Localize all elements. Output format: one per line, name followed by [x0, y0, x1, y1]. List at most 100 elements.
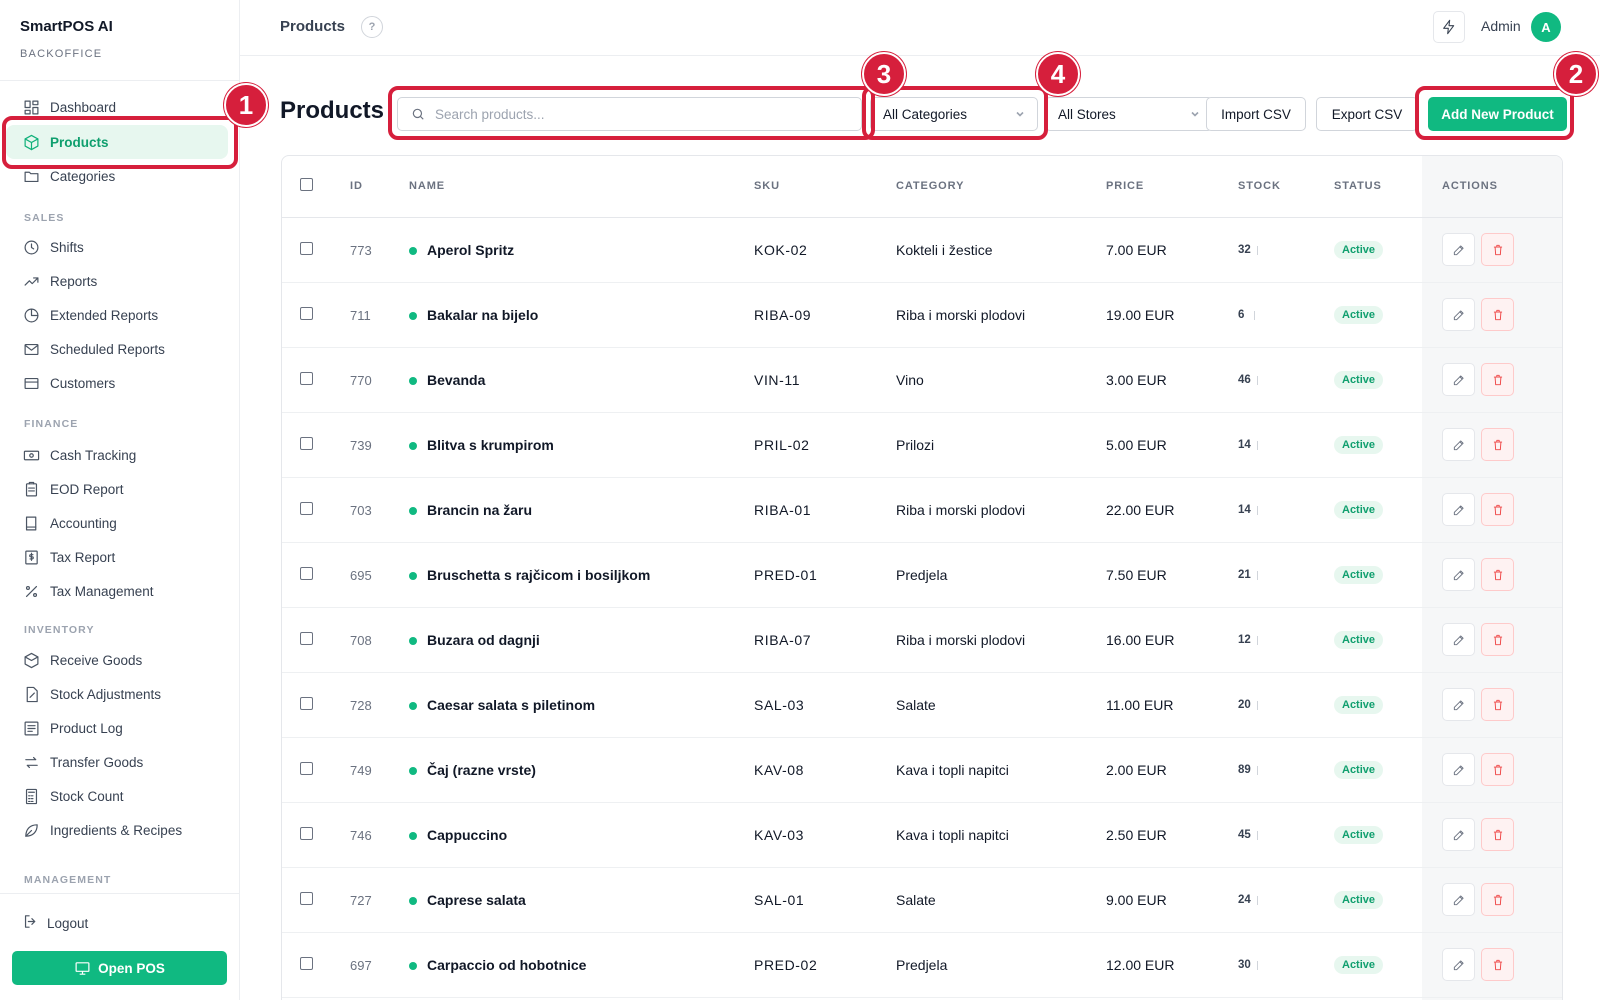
- table-row[interactable]: 728 Caesar salata s piletinom SAL-03 Salate…: [282, 673, 1562, 738]
- sidebar-item-customers[interactable]: Customers: [6, 366, 228, 400]
- delete-button[interactable]: [1481, 948, 1514, 981]
- user-name[interactable]: Admin: [1481, 18, 1521, 34]
- store-select[interactable]: All Stores: [1045, 97, 1213, 131]
- sidebar-item-categories[interactable]: Categories: [6, 159, 228, 193]
- delete-button[interactable]: [1481, 753, 1514, 786]
- delete-button[interactable]: [1481, 688, 1514, 721]
- export-csv-button[interactable]: Export CSV: [1316, 97, 1418, 131]
- sidebar-item-extended-reports[interactable]: Extended Reports: [6, 298, 228, 332]
- cell-name[interactable]: Bakalar na bijelo: [427, 307, 538, 323]
- edit-button[interactable]: [1442, 623, 1475, 656]
- row-checkbox[interactable]: [300, 892, 313, 905]
- table-row[interactable]: 746 Cappuccino KAV-03 Kava i topli napitci 2…: [282, 803, 1562, 868]
- table-row[interactable]: 711 Bakalar na bijelo RIBA-09 Riba i morski…: [282, 283, 1562, 348]
- avatar[interactable]: A: [1531, 12, 1561, 42]
- delete-button[interactable]: [1481, 818, 1514, 851]
- table-row[interactable]: 697 Carpaccio od hobotnice PRED-02 Predjela…: [282, 933, 1562, 998]
- open-pos-button[interactable]: Open POS: [12, 951, 227, 985]
- delete-button[interactable]: [1481, 428, 1514, 461]
- search-input[interactable]: [435, 106, 835, 122]
- edit-button[interactable]: [1442, 753, 1475, 786]
- logout-button[interactable]: Logout: [6, 906, 228, 940]
- row-checkbox[interactable]: [300, 567, 313, 580]
- cell-name[interactable]: Cappuccino: [427, 827, 507, 843]
- sidebar-item-tax-report[interactable]: Tax Report: [6, 540, 228, 574]
- sidebar-item-product-log[interactable]: Product Log: [6, 711, 228, 745]
- cell-name[interactable]: Čaj (razne vrste): [427, 762, 536, 778]
- row-checkbox[interactable]: [300, 502, 313, 515]
- delete-button[interactable]: [1481, 883, 1514, 916]
- row-checkbox[interactable]: [300, 632, 313, 645]
- cell-name[interactable]: Buzara od dagnji: [427, 632, 540, 648]
- row-checkbox[interactable]: [300, 242, 313, 255]
- table-row[interactable]: 727 Caprese salata SAL-01 Salate 9.00 EUR 24 A…: [282, 868, 1562, 933]
- delete-button[interactable]: [1481, 558, 1514, 591]
- column-header-category[interactable]: CATEGORY: [896, 180, 964, 192]
- sidebar-item-ingredients-recipes[interactable]: Ingredients & Recipes: [6, 813, 228, 847]
- cell-name[interactable]: Blitva s krumpirom: [427, 437, 554, 453]
- cell-name[interactable]: Caesar salata s piletinom: [427, 697, 595, 713]
- table-row[interactable]: 703 Brancin na žaru RIBA-01 Riba i morski p…: [282, 478, 1562, 543]
- sidebar-item-dashboard[interactable]: Dashboard: [6, 90, 228, 124]
- cell-name[interactable]: Brancin na žaru: [427, 502, 532, 518]
- sidebar-item-accounting[interactable]: Accounting: [6, 506, 228, 540]
- edit-button[interactable]: [1442, 493, 1475, 526]
- edit-button[interactable]: [1442, 558, 1475, 591]
- category-select[interactable]: All Categories: [870, 97, 1038, 131]
- edit-button[interactable]: [1442, 233, 1475, 266]
- sidebar-item-products[interactable]: Products: [6, 125, 228, 159]
- delete-button[interactable]: [1481, 363, 1514, 396]
- column-header-sku[interactable]: SKU: [754, 180, 780, 192]
- row-checkbox[interactable]: [300, 437, 313, 450]
- sidebar-item-receive-goods[interactable]: Receive Goods: [6, 643, 228, 677]
- column-header-price[interactable]: PRICE: [1106, 180, 1144, 192]
- column-header-stock[interactable]: STOCK: [1238, 180, 1281, 192]
- sidebar-item-transfer-goods[interactable]: Transfer Goods: [6, 745, 228, 779]
- sidebar-item-scheduled-reports[interactable]: Scheduled Reports: [6, 332, 228, 366]
- edit-button[interactable]: [1442, 688, 1475, 721]
- edit-button[interactable]: [1442, 363, 1475, 396]
- row-checkbox[interactable]: [300, 827, 313, 840]
- cell-name[interactable]: Carpaccio od hobotnice: [427, 957, 586, 973]
- edit-button[interactable]: [1442, 298, 1475, 331]
- table-row[interactable]: 739 Blitva s krumpirom PRIL-02 Prilozi 5.00 …: [282, 413, 1562, 478]
- row-checkbox[interactable]: [300, 762, 313, 775]
- edit-button[interactable]: [1442, 948, 1475, 981]
- add-new-product-button[interactable]: Add New Product: [1428, 97, 1567, 131]
- table-row[interactable]: 749 Čaj (razne vrste) KAV-08 Kava i topli n…: [282, 738, 1562, 803]
- sidebar-item-cash-tracking[interactable]: Cash Tracking: [6, 438, 228, 472]
- sidebar-item-stock-adjustments[interactable]: Stock Adjustments: [6, 677, 228, 711]
- quick-actions-button[interactable]: [1433, 11, 1465, 43]
- column-header-id[interactable]: ID: [350, 180, 363, 192]
- sidebar-item-shifts[interactable]: Shifts: [6, 230, 228, 264]
- sidebar-item-eod-report[interactable]: EOD Report: [6, 472, 228, 506]
- row-checkbox[interactable]: [300, 372, 313, 385]
- search-box[interactable]: [397, 97, 862, 131]
- delete-button[interactable]: [1481, 233, 1514, 266]
- sidebar-item-reports[interactable]: Reports: [6, 264, 228, 298]
- delete-button[interactable]: [1481, 298, 1514, 331]
- sidebar-item-tax-management[interactable]: Tax Management: [6, 574, 228, 608]
- row-checkbox[interactable]: [300, 307, 313, 320]
- table-row[interactable]: 770 Bevanda VIN-11 Vino 3.00 EUR 46 Active: [282, 348, 1562, 413]
- table-row[interactable]: 773 Aperol Spritz KOK-02 Kokteli i žestice 7…: [282, 218, 1562, 283]
- row-checkbox[interactable]: [300, 697, 313, 710]
- table-row[interactable]: 708 Buzara od dagnji RIBA-07 Riba i morski …: [282, 608, 1562, 673]
- edit-button[interactable]: [1442, 428, 1475, 461]
- sidebar-item-stock-count[interactable]: Stock Count: [6, 779, 228, 813]
- edit-button[interactable]: [1442, 818, 1475, 851]
- cell-name[interactable]: Bruschetta s rajčicom i bosiljkom: [427, 567, 650, 583]
- column-header-name[interactable]: NAME: [409, 180, 445, 192]
- delete-button[interactable]: [1481, 493, 1514, 526]
- row-checkbox[interactable]: [300, 957, 313, 970]
- help-icon[interactable]: ?: [361, 16, 383, 38]
- cell-name[interactable]: Caprese salata: [427, 892, 526, 908]
- cell-name[interactable]: Aperol Spritz: [427, 242, 514, 258]
- select-all-checkbox[interactable]: [300, 178, 313, 191]
- cell-name[interactable]: Bevanda: [427, 372, 485, 388]
- delete-button[interactable]: [1481, 623, 1514, 656]
- edit-button[interactable]: [1442, 883, 1475, 916]
- column-header-status[interactable]: STATUS: [1334, 180, 1382, 192]
- table-row[interactable]: 695 Bruschetta s rajčicom i bosiljkom PRED…: [282, 543, 1562, 608]
- import-csv-button[interactable]: Import CSV: [1206, 97, 1306, 131]
